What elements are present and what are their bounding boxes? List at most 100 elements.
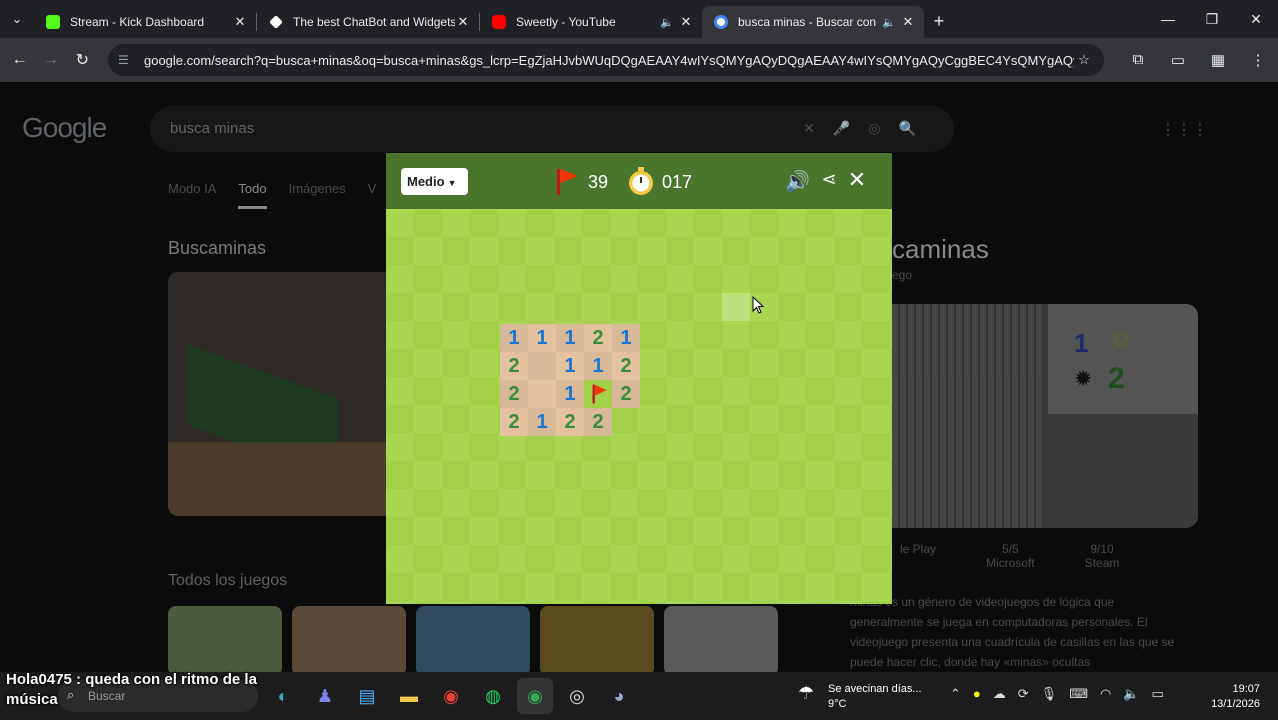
close-game-icon[interactable]: ✕: [845, 167, 869, 193]
bookmark-star-icon[interactable]: ☆: [1074, 52, 1094, 68]
file-explorer-icon[interactable]: ▬: [391, 678, 427, 714]
tab-modo-ia[interactable]: Modo IA: [168, 181, 216, 209]
obs-icon[interactable]: ◎: [559, 678, 595, 714]
system-clock[interactable]: 19:07 13/1/2026: [1211, 682, 1260, 712]
google-logo[interactable]: Google: [22, 112, 107, 144]
revealed-cell[interactable]: 2: [612, 380, 640, 408]
search-input[interactable]: busca minas ✕🎤◎🔍: [150, 106, 954, 152]
tab-audio-icon[interactable]: 🔈: [660, 16, 674, 29]
window-controls: — ❐ ✕: [1146, 0, 1278, 38]
store-icon[interactable]: ▤: [349, 678, 385, 714]
battery-icon[interactable]: ▭: [1151, 686, 1163, 702]
mine-icon: ✹: [1074, 366, 1093, 391]
hovered-cell[interactable]: [722, 293, 750, 321]
address-bar[interactable]: ☰ google.com/search?q=busca+minas&oq=bus…: [107, 44, 1104, 76]
close-window-icon[interactable]: ✕: [1234, 0, 1278, 38]
weather-widget[interactable]: ☂ Se avecinan días... 9°C: [798, 682, 922, 712]
tab-imagenes[interactable]: Imágenes: [289, 181, 346, 209]
revealed-cell[interactable]: 2: [500, 352, 528, 380]
tab-chatbot[interactable]: The best ChatBot and Widgets ✕: [257, 6, 479, 38]
share-icon[interactable]: ⋖: [817, 169, 841, 190]
sync-icon[interactable]: ⟳: [1018, 686, 1029, 702]
chrome-active-icon[interactable]: ◉: [517, 678, 553, 714]
whatsapp-icon[interactable]: ◍: [475, 678, 511, 714]
revealed-cell[interactable]: [528, 352, 556, 380]
reload-icon[interactable]: ↻: [67, 50, 98, 70]
rating-item[interactable]: 9/10 Steam: [1085, 542, 1120, 570]
revealed-cell[interactable]: 1: [556, 352, 584, 380]
game-thumbnail[interactable]: [664, 606, 778, 672]
keyboard-icon[interactable]: ⌨: [1069, 686, 1088, 702]
tab-title: busca minas - Buscar con G: [738, 15, 879, 29]
extensions-icon[interactable]: ⧉: [1118, 51, 1158, 69]
tab-google[interactable]: busca minas - Buscar con G 🔈 ✕: [702, 6, 924, 38]
revealed-cell[interactable]: 2: [584, 408, 612, 436]
game-thumbnail[interactable]: [292, 606, 406, 672]
revealed-cell[interactable]: 2: [584, 324, 612, 352]
google-apps-icon[interactable]: ⋮⋮⋮: [1160, 120, 1208, 140]
norton-icon[interactable]: ●: [973, 686, 981, 702]
game-thumbnail[interactable]: [416, 606, 530, 672]
chrome-icon[interactable]: ◉: [433, 678, 469, 714]
flagged-cell[interactable]: [584, 380, 612, 408]
revealed-cell[interactable]: 1: [556, 324, 584, 352]
teams-icon[interactable]: ♟: [307, 678, 343, 714]
minimize-icon[interactable]: —: [1146, 0, 1190, 38]
tab-search-icon[interactable]: ⌄: [0, 0, 34, 38]
revealed-cell[interactable]: 1: [556, 380, 584, 408]
close-tab-icon[interactable]: ✕: [455, 14, 471, 30]
tab-audio-icon[interactable]: 🔈: [882, 16, 896, 29]
volume-icon[interactable]: 🔈: [1123, 686, 1139, 702]
restore-icon[interactable]: ❐: [1190, 0, 1234, 38]
back-icon[interactable]: ←: [4, 51, 35, 69]
close-tab-icon[interactable]: ✕: [232, 14, 248, 30]
knowledge-panel-image[interactable]: 1 2 ✹ ☺: [892, 304, 1198, 528]
steam-icon[interactable]: ◕: [601, 678, 637, 714]
cast-icon[interactable]: ▭: [1158, 51, 1198, 69]
weather-line-1: Se avecinan días...: [828, 683, 922, 695]
revealed-cell[interactable]: 2: [500, 380, 528, 408]
game-preview-image[interactable]: [168, 272, 386, 516]
rating-item[interactable]: le Play: [900, 542, 936, 570]
new-tab-button[interactable]: +: [924, 11, 954, 32]
rating-item[interactable]: 5/5 Microsoft: [986, 542, 1035, 570]
menu-icon[interactable]: ⋮: [1238, 51, 1278, 69]
sound-icon[interactable]: 🔊: [785, 169, 810, 194]
weather-line-2: 9°C: [828, 698, 847, 710]
site-info-icon[interactable]: ☰: [118, 53, 136, 67]
all-games-heading: Todos los juegos: [168, 572, 288, 589]
difficulty-select[interactable]: Medio ▼: [401, 168, 468, 195]
tab-strip: ⌄ Stream - Kick Dashboard ✕ The best Cha…: [0, 0, 1278, 38]
revealed-cell[interactable]: 1: [528, 324, 556, 352]
wifi-icon[interactable]: ◠: [1100, 686, 1111, 702]
revealed-cell[interactable]: 2: [556, 408, 584, 436]
microphone-icon[interactable]: 🎙: [1041, 686, 1058, 702]
chat-user: Hola0475: [6, 671, 72, 688]
revealed-cell[interactable]: 1: [500, 324, 528, 352]
profile-icon[interactable]: ▦: [1198, 51, 1238, 69]
tab-kick[interactable]: Stream - Kick Dashboard ✕: [34, 6, 256, 38]
tab-youtube[interactable]: Sweetly - YouTube 🔈 ✕: [480, 6, 702, 38]
revealed-cell[interactable]: [528, 380, 556, 408]
revealed-cell[interactable]: 2: [500, 408, 528, 436]
tab-todo[interactable]: Todo: [238, 181, 267, 209]
browser-toolbar: ← → ↻ ☰ google.com/search?q=busca+minas&…: [0, 38, 1278, 82]
revealed-cell[interactable]: 1: [528, 408, 556, 436]
url-text[interactable]: google.com/search?q=busca+minas&oq=busca…: [144, 53, 1074, 68]
game-thumbnail[interactable]: [540, 606, 654, 672]
close-tab-icon[interactable]: ✕: [900, 14, 916, 30]
chevron-up-icon[interactable]: ⌃: [950, 686, 961, 702]
onedrive-icon[interactable]: ☁: [993, 686, 1006, 702]
toolbar-actions: ⧉ ▭ ▦ ⋮: [1118, 51, 1278, 69]
minesweeper-board[interactable]: 1112121122122122: [386, 209, 892, 604]
close-tab-icon[interactable]: ✕: [678, 14, 694, 30]
tab-more[interactable]: V: [368, 181, 377, 209]
tab-title: The best ChatBot and Widgets: [293, 15, 455, 29]
forward-icon[interactable]: →: [35, 51, 66, 69]
smiley-icon: ☺: [1110, 326, 1133, 351]
revealed-cell[interactable]: 2: [612, 352, 640, 380]
game-thumbnail[interactable]: [168, 606, 282, 672]
revealed-cell[interactable]: 1: [584, 352, 612, 380]
mouse-cursor-icon: [752, 296, 764, 314]
revealed-cell[interactable]: 1: [612, 324, 640, 352]
